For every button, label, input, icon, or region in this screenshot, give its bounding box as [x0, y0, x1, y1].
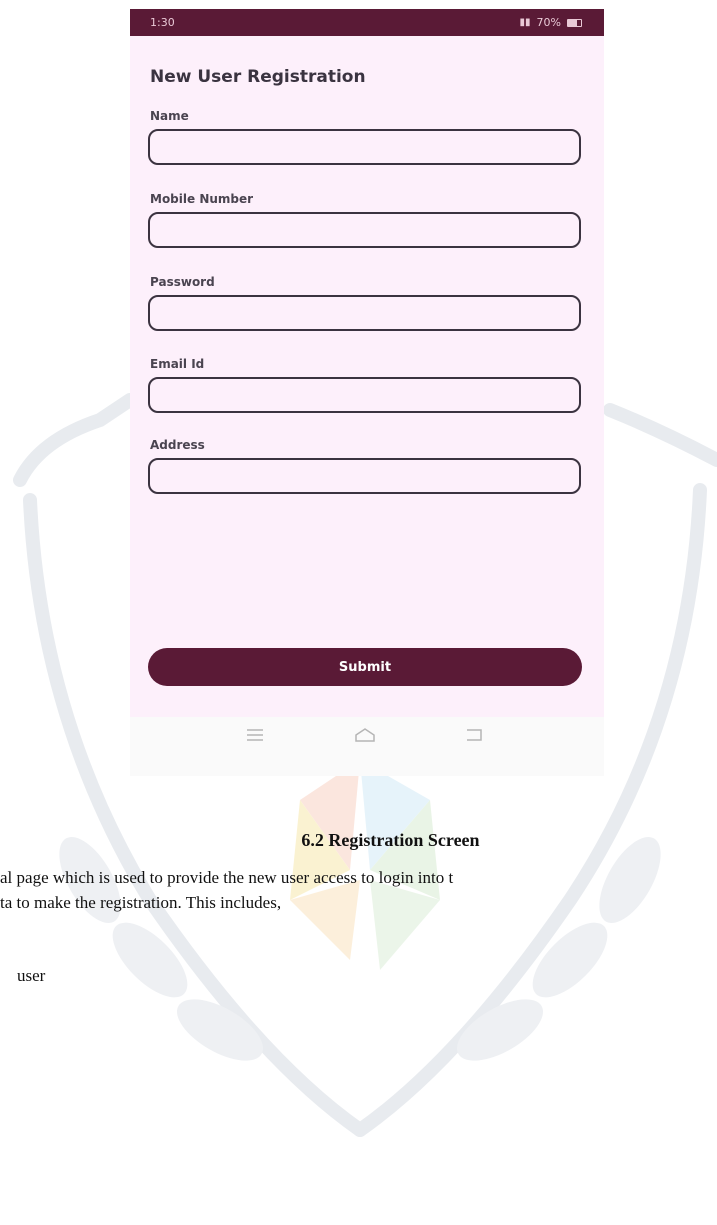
form-title: New User Registration — [150, 67, 366, 87]
email-input[interactable] — [148, 377, 581, 413]
body-text-line-1: al page which is used to provide the new… — [0, 868, 454, 887]
name-label: Name — [150, 109, 189, 123]
status-time: 1:30 — [150, 16, 175, 29]
battery-percent: 70% — [536, 16, 561, 29]
phone-screenshot: 1:30 ▮▮ 70% New User Registration Name M… — [130, 9, 604, 776]
password-label: Password — [150, 275, 215, 289]
address-label: Address — [150, 438, 205, 452]
mobile-number-input[interactable] — [148, 212, 581, 248]
address-input[interactable] — [148, 458, 581, 494]
home-icon[interactable] — [354, 727, 376, 748]
email-label: Email Id — [150, 357, 205, 371]
mobile-number-label: Mobile Number — [150, 192, 254, 206]
body-text-line-3: user — [17, 966, 46, 985]
back-icon[interactable] — [464, 727, 484, 748]
status-indicators: ▮▮ 70% — [520, 16, 582, 29]
signal-icon: ▮▮ — [519, 17, 531, 28]
navigation-bar — [130, 717, 604, 776]
figure-caption: 6.2 Registration Screen — [301, 830, 480, 850]
name-input[interactable] — [148, 129, 581, 165]
status-bar: 1:30 ▮▮ 70% — [130, 9, 604, 36]
battery-icon — [567, 18, 582, 27]
submit-button[interactable]: Submit — [148, 648, 582, 686]
menu-icon[interactable] — [246, 727, 264, 748]
body-text-line-2: ta to make the registration. This includ… — [0, 893, 282, 912]
password-input[interactable] — [148, 295, 581, 331]
